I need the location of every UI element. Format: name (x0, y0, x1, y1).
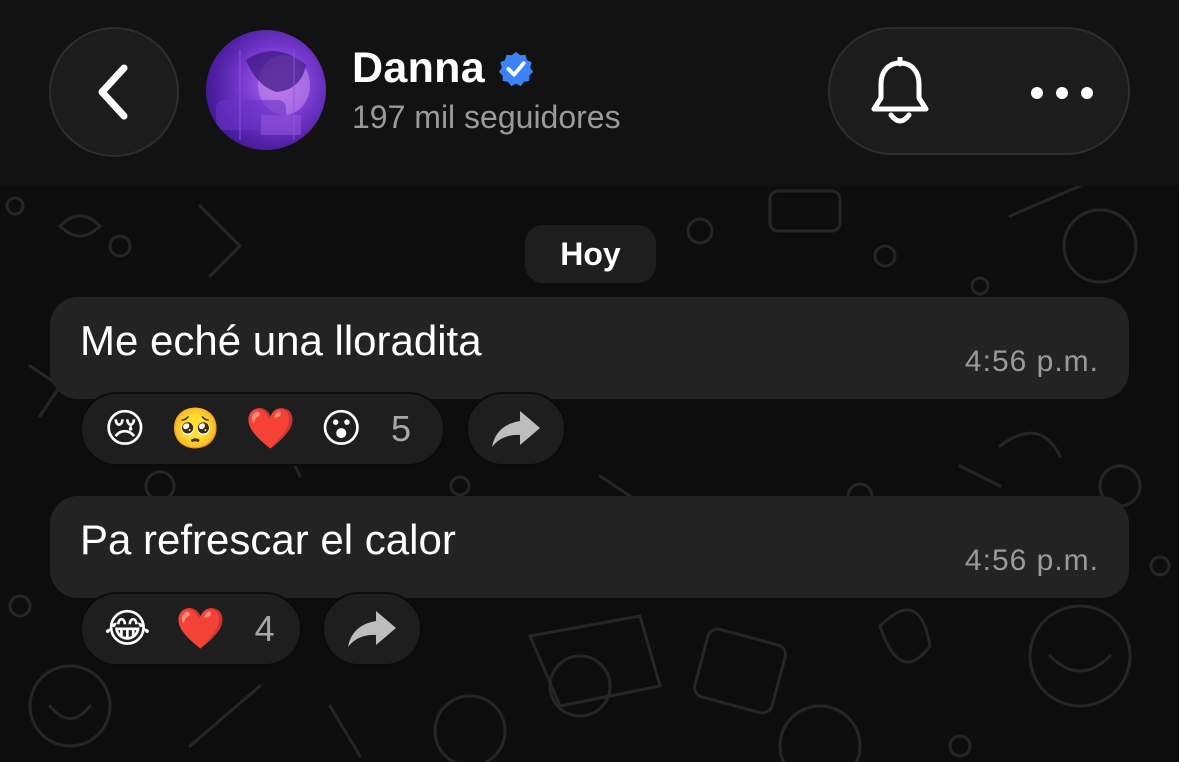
message-time: 4:56 p.m. (964, 345, 1099, 378)
chevron-left-icon (98, 64, 128, 120)
contact-name-row[interactable]: Danna (352, 44, 535, 93)
bell-icon[interactable] (866, 57, 934, 129)
reactions-bar[interactable]: 😢 🥺 ❤️ 😮 5 (80, 392, 445, 466)
reaction-emoji[interactable]: ❤️ (176, 609, 226, 649)
verified-badge-icon (498, 51, 534, 86)
reactions-bar[interactable]: 😂 ❤️ 4 (80, 592, 302, 666)
share-button[interactable] (322, 592, 422, 666)
share-button[interactable] (466, 392, 566, 466)
channel-header: Danna 197 mil seguidores (0, 0, 1179, 186)
date-separator: Hoy (525, 225, 656, 283)
message-text: Pa refrescar el calor (80, 516, 456, 563)
back-button[interactable] (49, 27, 179, 157)
contact-name: Danna (352, 44, 485, 92)
chat-area: Hoy (0, 186, 1179, 762)
message-text: Me eché una lloradita (80, 317, 482, 364)
message-time: 4:56 p.m. (964, 544, 1099, 577)
message-bubble[interactable]: Me eché una lloradita 4:56 p.m. (50, 297, 1129, 399)
reaction-count: 5 (391, 408, 412, 449)
reaction-emoji[interactable]: 😢 (104, 409, 146, 449)
followers-count: 197 mil seguidores (352, 99, 621, 135)
reaction-emoji[interactable]: 🥺 (171, 409, 221, 449)
reaction-count: 4 (254, 608, 275, 649)
message-bubble[interactable]: Pa refrescar el calor 4:56 p.m. (50, 496, 1129, 598)
reaction-emoji[interactable]: ❤️ (246, 409, 296, 449)
more-horizontal-icon[interactable] (1030, 86, 1094, 100)
reaction-emoji[interactable]: 😂 (104, 609, 151, 649)
share-arrow-icon (348, 611, 396, 647)
share-arrow-icon (492, 411, 540, 447)
header-actions (828, 27, 1130, 155)
avatar[interactable] (206, 30, 326, 150)
reaction-emoji[interactable]: 😮 (320, 409, 362, 449)
